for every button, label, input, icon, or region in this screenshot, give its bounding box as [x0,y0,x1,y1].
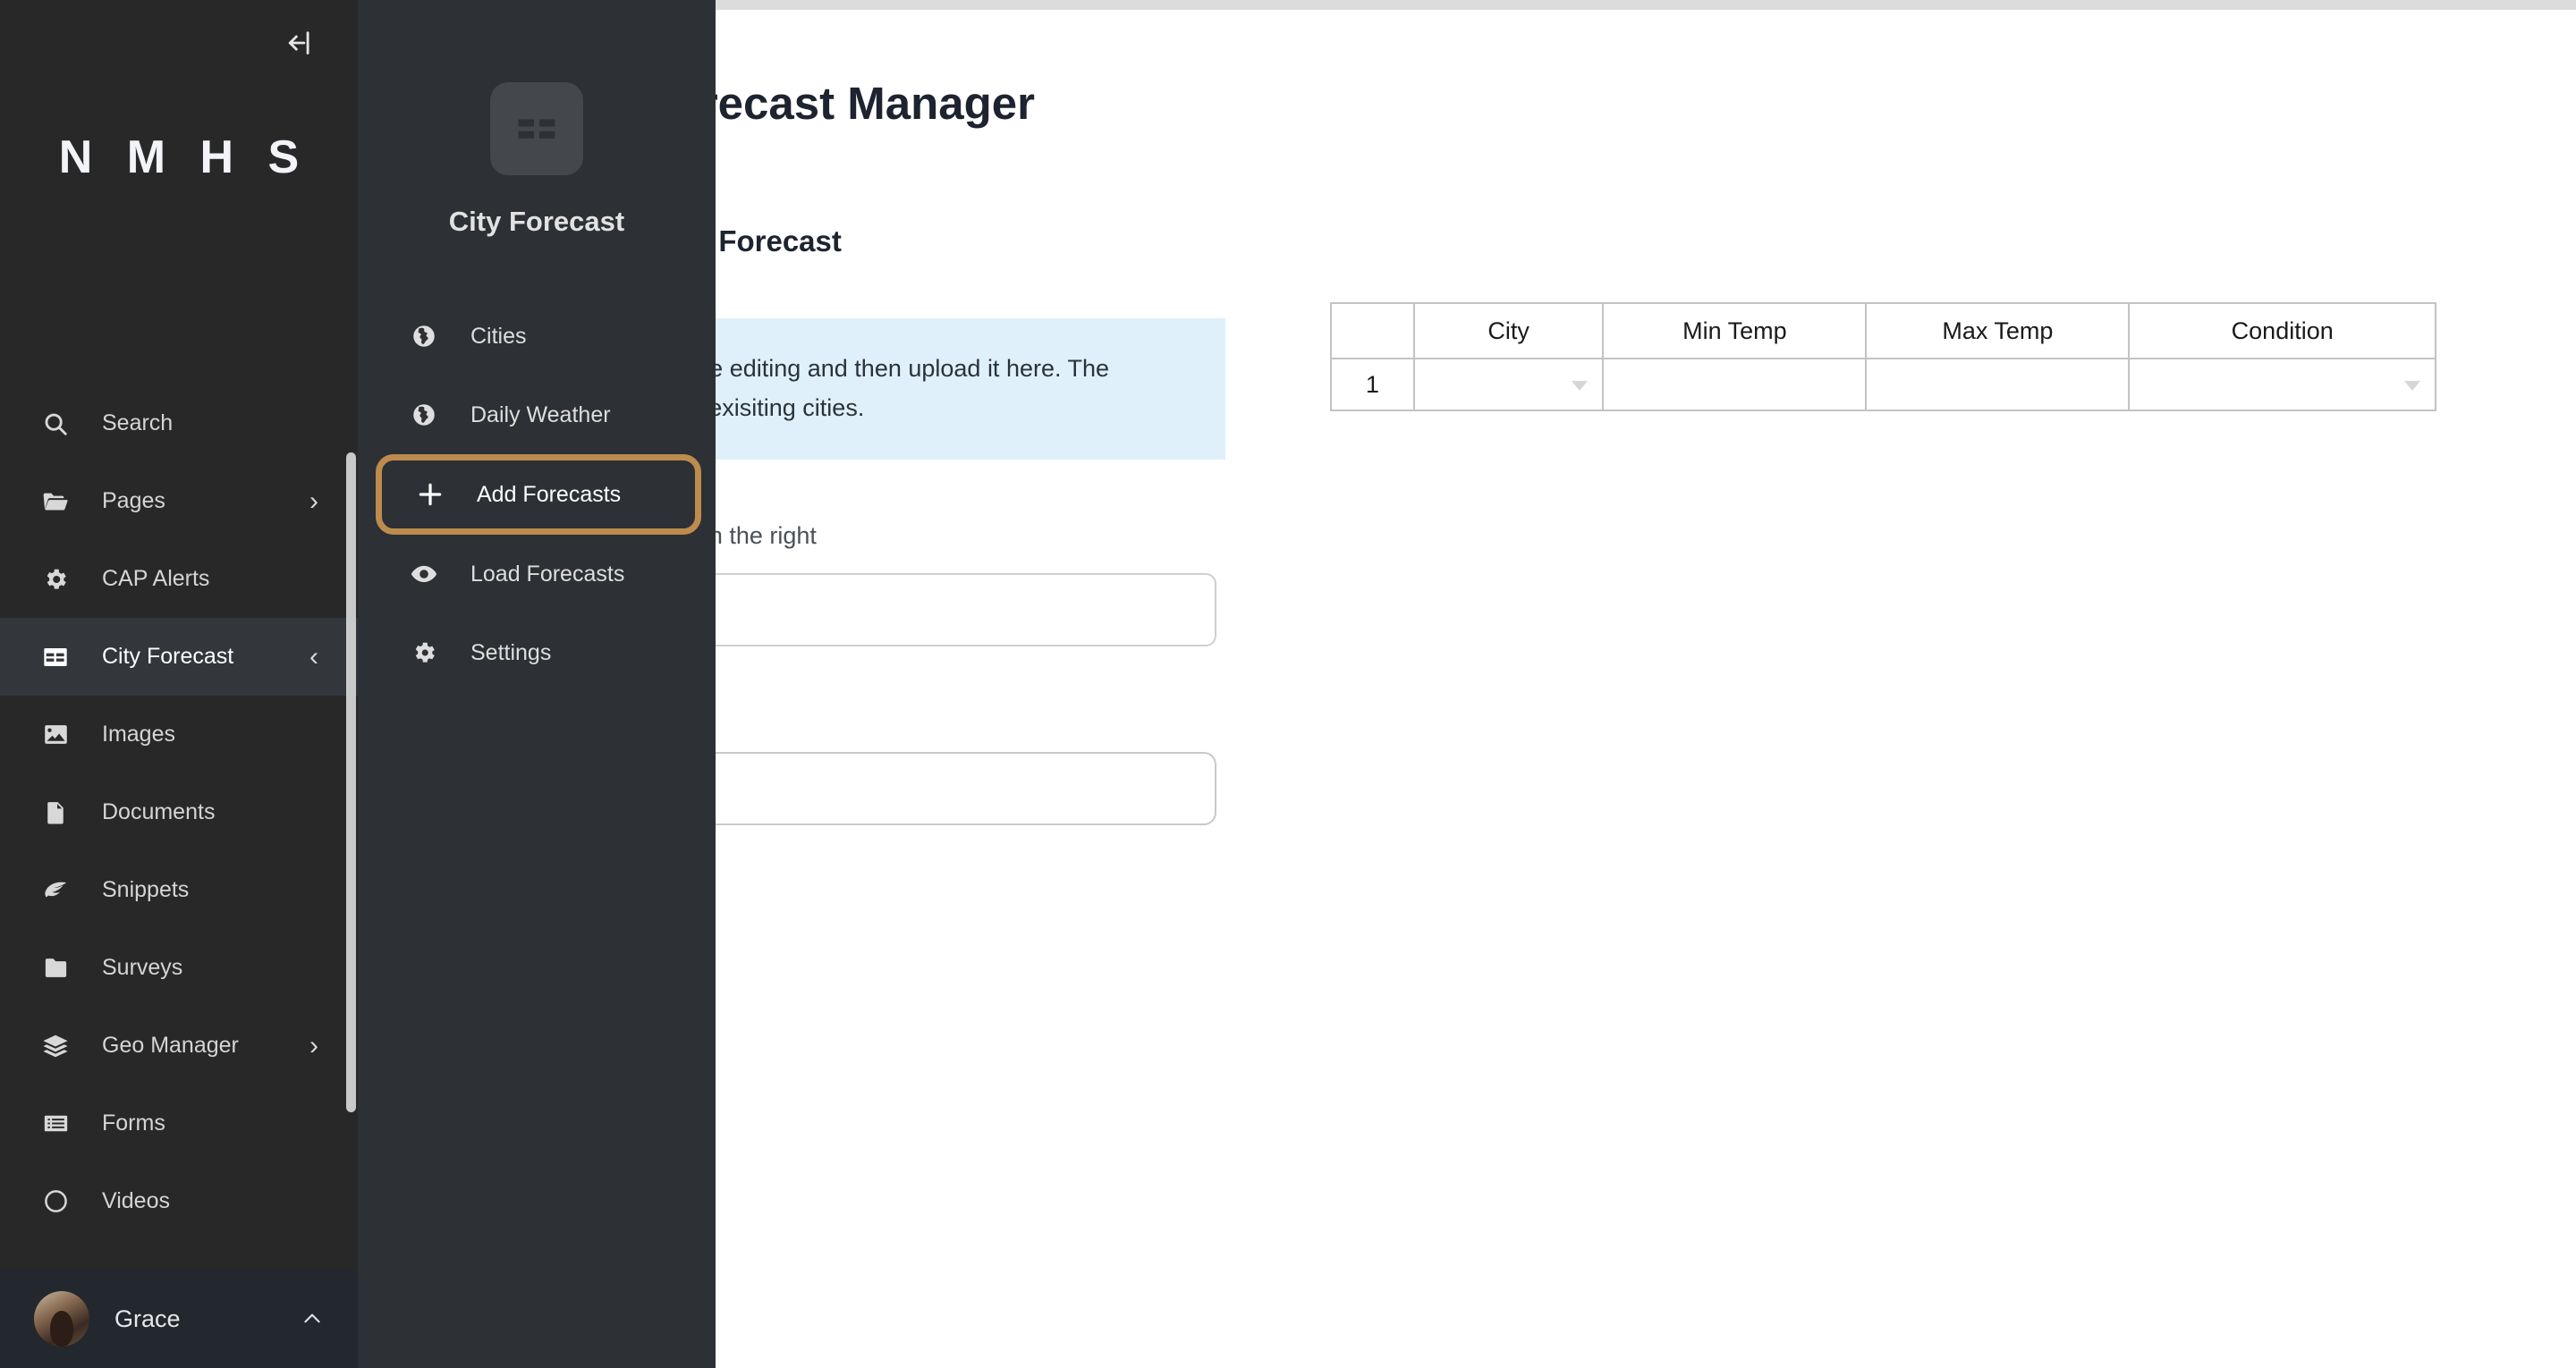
submenu-item-label: Cities [470,323,527,349]
table-header-row: City Min Temp Max Temp Condition [1330,302,2436,359]
submenu-header: City Forecast [358,0,716,238]
submenu-item-add-forecasts[interactable]: Add Forecasts [376,454,701,535]
list-icon [38,1106,73,1142]
submenu-item-daily-weather[interactable]: Daily Weather [358,376,716,454]
search-icon [38,406,73,442]
file-upload-field[interactable]: Choose File No file chosen [716,573,1216,646]
submenu-item-label: Daily Weather [470,401,611,427]
cell-min-temp[interactable] [1602,358,1868,411]
folder-open-icon [38,484,73,519]
sidebar-item-label: City Forecast [102,644,234,669]
globe-icon [408,320,440,352]
main-content: City Forecast Manager Add Forecast Downl… [716,10,2576,1368]
cell-city[interactable] [1412,358,1605,411]
table-header-cell: Condition [2128,302,2436,359]
document-icon [38,795,73,831]
avatar [34,1291,89,1347]
table-header-cell [1330,302,1415,359]
folder-icon [38,950,73,986]
submenu-item-label: Add Forecasts [477,481,622,507]
sidebar-item-label: Videos [102,1188,170,1213]
text-input-field[interactable] [716,752,1216,825]
sidebar-item-cap-alerts[interactable]: CAP Alerts [0,540,358,618]
upload-hint: The file should be a CSV, similar to the… [716,522,817,549]
submenu-list: Cities Daily Weather Add Forecasts Load … [358,297,716,692]
eye-icon [408,558,440,590]
submenu-item-label: Settings [470,639,552,665]
submenu-item-settings[interactable]: Settings [358,613,716,692]
sidebar-item-images[interactable]: Images [0,696,358,773]
gear-icon [408,637,440,669]
sidebar-nav-list: Search Pages › CAP Alerts City Forecast … [0,384,358,1270]
table-icon [490,82,583,175]
gear-icon [38,562,73,597]
sidebar-item-label: Pages [102,488,165,513]
sidebar-item-label: CAP Alerts [102,566,210,591]
sidebar-item-forms[interactable]: Forms [0,1085,358,1162]
chevron-left-icon[interactable]: ‹ [304,642,324,671]
sidebar-item-label: Snippets [102,877,190,902]
sidebar-item-label: Forms [102,1110,165,1136]
submenu-title: City Forecast [448,206,625,237]
sidebar-item-search[interactable]: Search [0,384,358,462]
sidebar-item-snippets[interactable]: Snippets [0,851,358,929]
sidebar-item-geo-manager[interactable]: Geo Manager › [0,1007,358,1085]
user-account-row[interactable]: Grace [0,1270,358,1368]
table-icon [38,639,73,675]
sidebar-item-label: Geo Manager [102,1033,239,1058]
sidebar-collapse-row [0,0,358,86]
cell-max-temp[interactable] [1865,358,2131,411]
sidebar-item-surveys[interactable]: Surveys [0,929,358,1007]
table-header-cell: Max Temp [1865,302,2131,359]
circle-icon [38,1184,73,1220]
sidebar-item-documents[interactable]: Documents [0,773,358,851]
chevron-right-icon[interactable]: › [304,1031,324,1060]
sidebar-scrollbar[interactable] [346,452,356,1112]
upload-column: Download a template of the CSV for offli… [716,318,1225,825]
row-index-cell: 1 [1330,358,1415,411]
globe-icon [408,399,440,431]
leaf-icon [38,873,73,908]
brand-logo: N M H S [58,131,310,183]
collapse-left-icon[interactable] [281,22,322,63]
info-banner: Download a template of the CSV for offli… [716,318,1225,460]
table-header-cell: Min Temp [1602,302,1868,359]
sidebar-item-label: Surveys [102,955,183,980]
cell-condition[interactable] [2128,358,2436,411]
sidebar-item-label: Images [102,722,175,747]
submenu-item-label: Load Forecasts [470,561,625,587]
page-title: City Forecast Manager [716,78,1036,129]
submenu-item-load-forecasts[interactable]: Load Forecasts [358,535,716,613]
section-title: Add Forecast [716,224,842,258]
primary-sidebar: N M H S Search Pages › CAP Alerts City F… [0,0,358,1368]
chevron-right-icon[interactable]: › [304,486,324,516]
image-icon [38,717,73,753]
table-row: 1 [1330,358,2436,411]
chevron-up-icon[interactable] [301,1307,324,1330]
sidebar-item-label: Documents [102,799,216,824]
user-name: Grace [114,1305,181,1332]
forecast-preview-table: City Min Temp Max Temp Condition 1 [1330,302,2436,411]
sidebar-item-pages[interactable]: Pages › [0,462,358,540]
submenu-item-cities[interactable]: Cities [358,297,716,376]
info-banner-text: of the CSV for offline editing and then … [716,355,1110,421]
sidebar-item-city-forecast[interactable]: City Forecast ‹ [0,618,358,696]
layers-icon [38,1028,73,1064]
sidebar-item-videos[interactable]: Videos [0,1162,358,1240]
table-header-cell: City [1412,302,1605,359]
app-root: N M H S Search Pages › CAP Alerts City F… [0,0,2576,1368]
sidebar-item-label: Search [102,410,174,435]
plus-icon [414,478,446,511]
submenu-panel: City Forecast Cities Daily Weather Add F… [358,0,716,1368]
